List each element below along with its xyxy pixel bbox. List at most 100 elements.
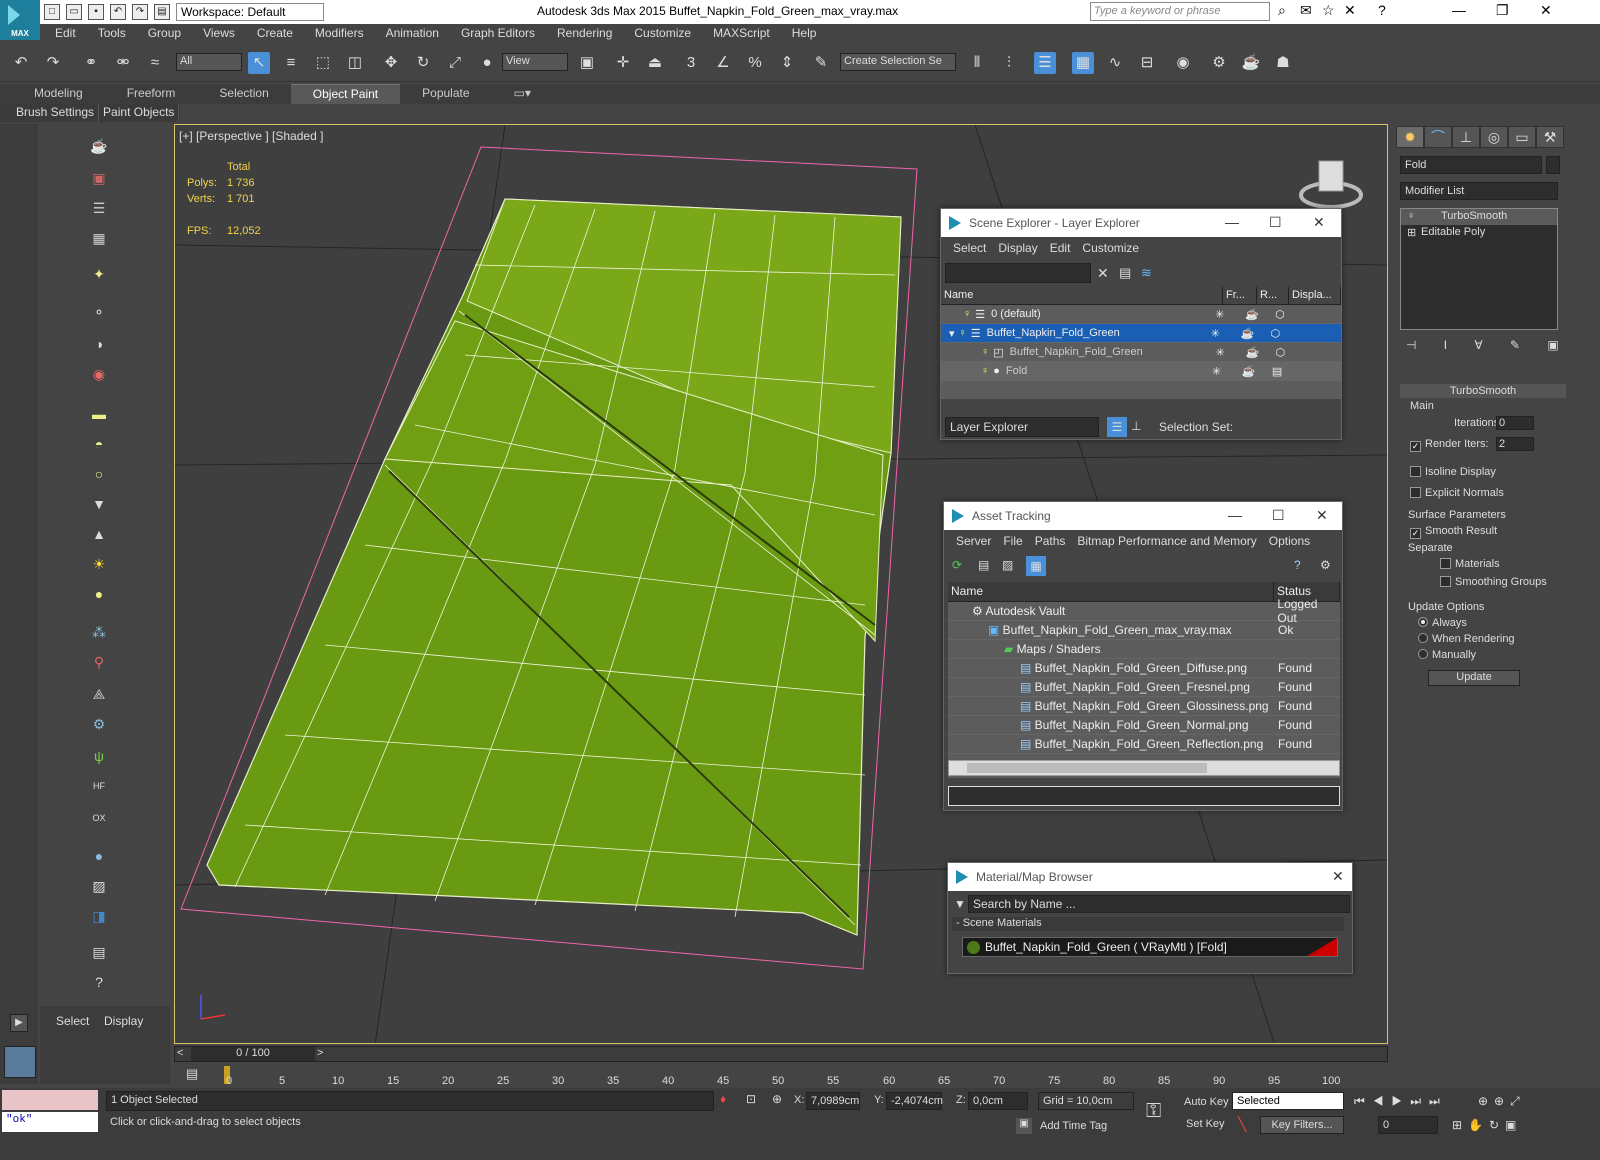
save-icon[interactable]: ▪ [88,4,104,20]
utilities-tab-icon[interactable]: ⚒ [1536,126,1564,148]
manually-row[interactable]: Manually [1418,649,1476,661]
scrollbar-thumb[interactable] [967,763,1207,773]
sphere-icon[interactable]: ○ [88,464,110,484]
playback-controls[interactable]: ⏮◀▶⏭⏭ [1354,1094,1448,1109]
menu-bitmap-performance[interactable]: Bitmap Performance and Memory [1071,534,1262,548]
isoline-display-row[interactable]: Isoline Display [1410,466,1496,478]
freeze-icon[interactable]: ✳ [1216,346,1246,359]
tab-populate[interactable]: Populate [400,84,491,104]
light-icon[interactable]: ✦ [88,264,110,284]
hair-fur-icon[interactable]: HF [88,776,110,796]
auto-key-button[interactable]: Auto Key [1184,1096,1229,1108]
percent-snap-icon[interactable]: % [744,52,766,74]
tab-selection[interactable]: Selection [197,84,290,104]
when-rendering-radio[interactable] [1418,633,1428,643]
viewcube[interactable] [1299,160,1363,209]
freeze-icon[interactable]: ✳ [1211,327,1241,340]
hierarchy-tab-icon[interactable]: ⊥ [1452,126,1480,148]
tab-object-paint[interactable]: Object Paint [290,84,401,104]
key-mode-dropdown[interactable]: Selected [1232,1092,1344,1110]
scene-search-input[interactable] [945,263,1091,283]
material-search-input[interactable]: Search by Name ... [968,895,1350,913]
selection-filter-dropdown[interactable]: All [176,53,242,71]
time-slider[interactable]: < 0 / 100 > [174,1046,1388,1062]
z-coordinate-field[interactable]: 0,0cm [968,1092,1028,1110]
communication-icon[interactable]: ✉ [1300,2,1312,19]
menu-views[interactable]: Views [192,24,246,44]
menu-display[interactable]: Display [992,241,1043,255]
angle-snap-icon[interactable]: ∠ [712,52,734,74]
hemisphere-icon[interactable]: ◓ [88,434,110,454]
snap-toggle-icon[interactable]: 3 [680,52,702,74]
tab-freeform[interactable]: Freeform [105,84,198,104]
table-icon[interactable]: ▦ [88,228,110,248]
materials-row[interactable]: Materials [1440,558,1500,570]
undo-icon[interactable]: ↶ [110,4,126,20]
iterations-spinner[interactable]: 0 [1496,416,1534,430]
menu-maxscript[interactable]: MAXScript [702,24,781,44]
reference-coordinate-dropdown[interactable]: View [502,53,568,71]
prev-frame-icon[interactable]: < [177,1047,183,1059]
menu-edit[interactable]: Edit [44,24,87,44]
menu-paths[interactable]: Paths [1029,534,1072,548]
maxscript-listener-top[interactable] [2,1090,98,1110]
render-iters-spinner[interactable]: 2 [1496,437,1534,451]
sun-icon[interactable]: ☀ [88,554,110,574]
materials-checkbox[interactable] [1440,558,1451,569]
scene-materials-group[interactable]: - Scene Materials [952,917,1344,931]
undo-icon[interactable]: ↶ [10,52,32,74]
time-tag-icon[interactable]: ▣ [1016,1118,1032,1134]
layer-row[interactable]: ♀ ◰ Buffet_Napkin_Fold_Green ✳ ☕ ⬡ [941,343,1341,362]
redo-icon[interactable]: ↷ [42,52,64,74]
always-radio[interactable] [1418,617,1428,627]
lightbulb-icon[interactable]: ♀ [1407,210,1415,222]
close-search-icon[interactable]: ✕ [1344,2,1356,19]
rotate-icon[interactable]: ↻ [412,52,434,74]
manually-radio[interactable] [1418,649,1428,659]
render-teapot-icon[interactable]: ☕ [1242,365,1272,378]
camera-icon[interactable]: ⚬ [88,302,110,322]
motion-tab-icon[interactable]: ◎ [1480,126,1508,148]
scene-explorer-icon[interactable]: ▦ [1072,52,1094,74]
globe-icon[interactable]: ● [88,846,110,866]
display-box-icon[interactable]: ⬡ [1271,327,1281,340]
helper-icon[interactable]: ⟁ [88,684,110,704]
isoline-checkbox[interactable] [1410,466,1421,477]
tab-modeling[interactable]: Modeling [12,84,105,104]
expand-icon[interactable]: ⊞ [1407,226,1416,239]
col-display[interactable]: Displa... [1289,287,1341,304]
list-view-icon[interactable]: ▤ [978,558,989,572]
layer-explorer-icon[interactable]: ☰ [1034,52,1056,74]
place-icon[interactable]: ● [476,52,498,74]
viewport-nav-controls-2[interactable]: ⊞✋↻▣ [1452,1118,1522,1132]
workspace-dropdown[interactable]: Workspace: Default [176,3,324,21]
scene-icon[interactable]: ◨ [88,906,110,926]
video-icon[interactable]: ◉ [88,364,110,384]
question-icon[interactable]: ? [88,972,110,992]
edit-named-selection-icon[interactable]: ✎ [810,52,832,74]
particles-icon[interactable]: ⁂ [88,622,110,642]
new-icon[interactable]: □ [44,4,60,20]
maximize-icon[interactable]: ❐ [1496,2,1509,19]
lightbulb-icon[interactable]: ♀ [941,346,989,358]
gear-icon[interactable]: ⚙ [88,714,110,734]
tab-paint-objects[interactable]: Paint Objects [99,104,180,122]
render-iters-checkbox[interactable]: ✓ [1410,441,1421,452]
maximize-icon[interactable]: ☐ [1272,507,1285,524]
render-teapot-icon[interactable]: ☕ [1245,308,1275,321]
menu-edit[interactable]: Edit [1044,241,1077,255]
link-icon[interactable]: ⚭ [80,52,102,74]
menu-help[interactable]: Help [781,24,828,44]
render-iters-row[interactable]: ✓ Render Iters: [1410,438,1489,452]
ball-icon[interactable]: ● [88,584,110,604]
when-rendering-row[interactable]: When Rendering [1418,633,1515,645]
refresh-icon[interactable]: ⟳ [952,558,962,572]
browser-options-icon[interactable]: ▼ [954,897,966,911]
menu-animation[interactable]: Animation [375,24,450,44]
align-icon[interactable]: ⫶ [998,52,1020,74]
scene-explorer-titlebar[interactable]: Scene Explorer - Layer Explorer — ☐ ✕ [941,209,1341,237]
display-layers-icon[interactable]: ▤ [1272,365,1282,378]
turbosmooth-rollout[interactable]: TurboSmooth [1400,384,1566,398]
ox-icon[interactable]: OX [88,808,110,828]
x-coordinate-field[interactable]: 7,0989cm [806,1092,860,1110]
